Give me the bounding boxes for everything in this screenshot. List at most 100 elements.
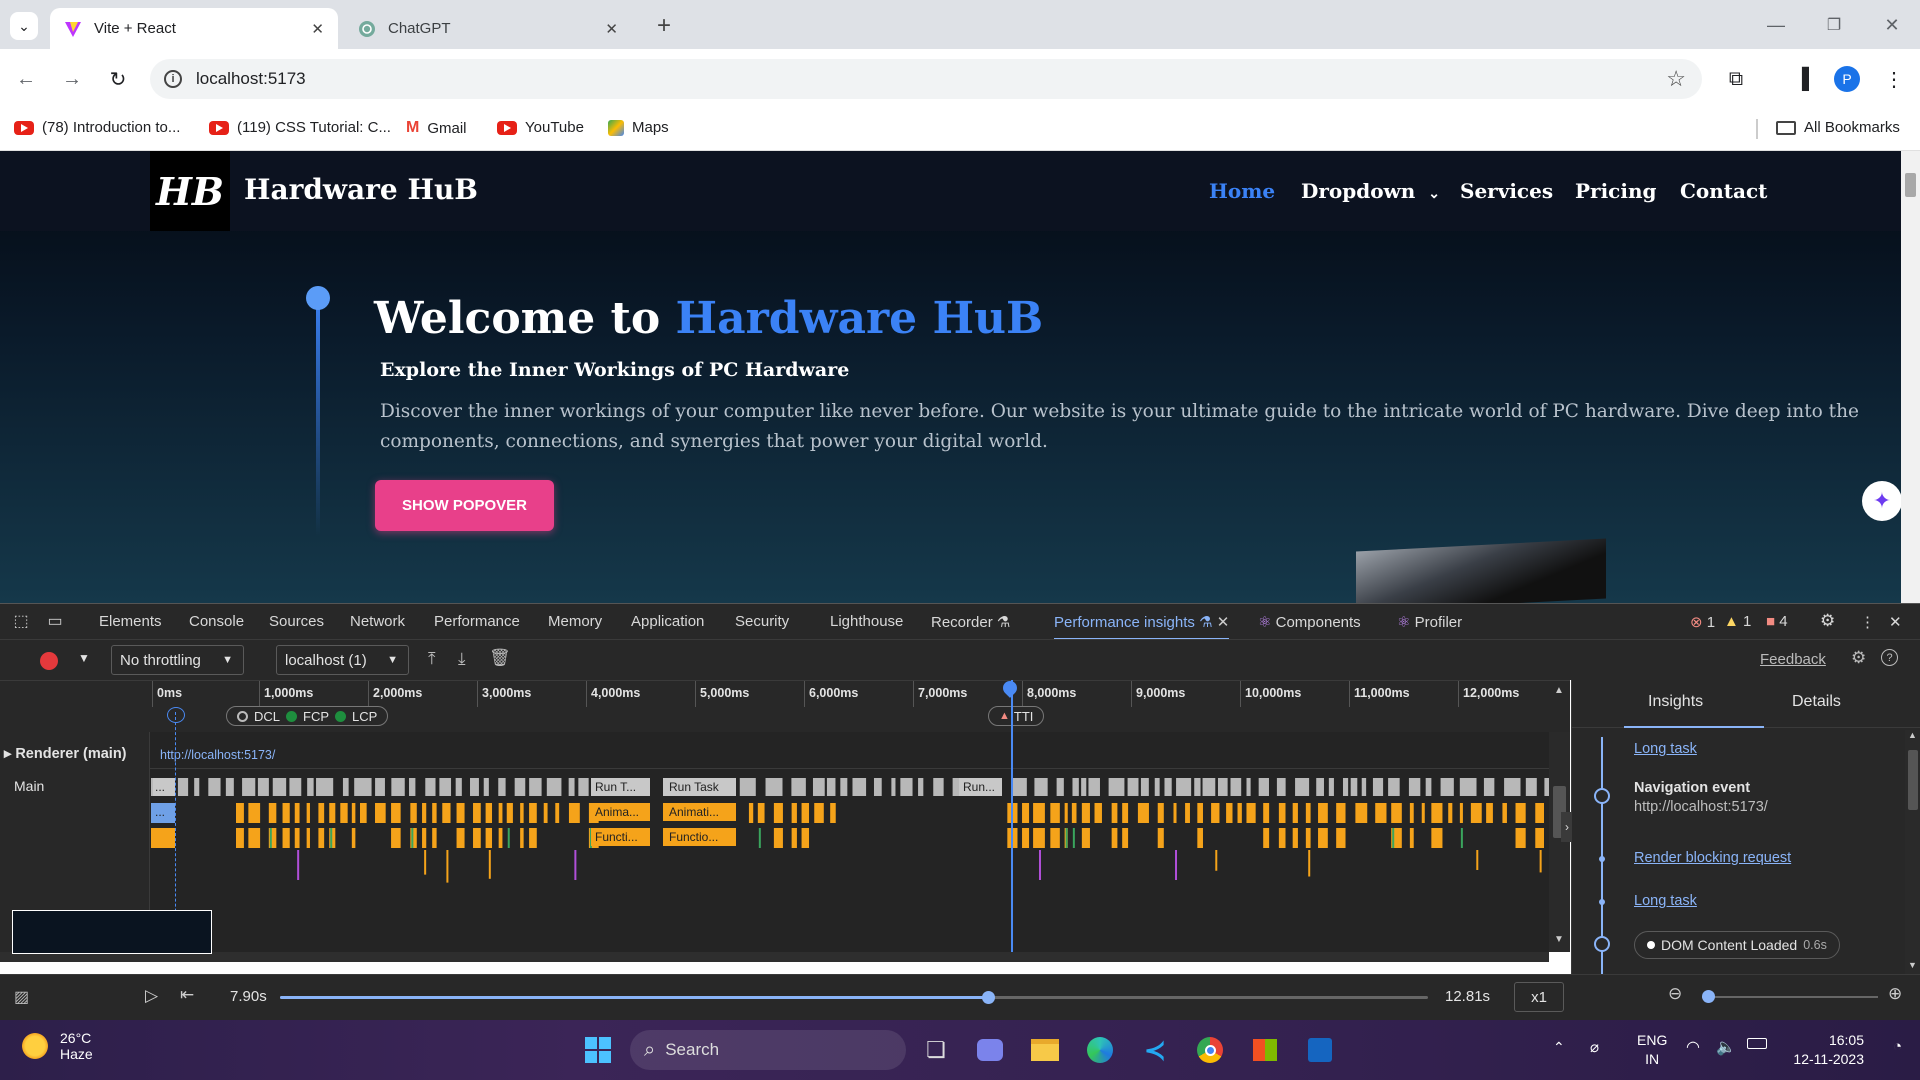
- task-bar[interactable]: [1328, 778, 1334, 796]
- nav-dropdown[interactable]: Dropdown ⌄: [1301, 179, 1440, 203]
- tab-elements[interactable]: Elements: [99, 613, 162, 630]
- function-bar[interactable]: [1111, 828, 1118, 848]
- tab-profiler[interactable]: ⚛ Profiler: [1397, 613, 1462, 631]
- help-icon[interactable]: ?: [1881, 649, 1898, 666]
- animation-bar[interactable]: [1185, 803, 1190, 823]
- animation-bar[interactable]: [422, 803, 427, 823]
- animation-bar[interactable]: [1246, 803, 1256, 823]
- function-bar[interactable]: [1050, 828, 1060, 848]
- error-count[interactable]: ⊗ 1: [1690, 613, 1715, 631]
- animation-bar[interactable]: [1318, 803, 1328, 823]
- function-bar[interactable]: [1431, 828, 1443, 848]
- animation-bar[interactable]: [340, 803, 348, 823]
- settings-icon[interactable]: ⚙: [1851, 648, 1866, 668]
- function-bar[interactable]: [1122, 828, 1129, 848]
- task-bar[interactable]: [307, 778, 314, 796]
- task-bar[interactable]: [194, 778, 200, 796]
- function-bar[interactable]: [282, 828, 290, 848]
- animation-bar[interactable]: [375, 803, 386, 823]
- function-bar[interactable]: [473, 828, 481, 848]
- volume-icon[interactable]: 🔈: [1716, 1037, 1736, 1057]
- animation-bar[interactable]: [1431, 803, 1443, 823]
- close-window-icon[interactable]: ✕: [1878, 12, 1906, 38]
- upload-icon[interactable]: ⤒: [428, 649, 436, 669]
- playhead-handle[interactable]: [1000, 678, 1020, 698]
- task-bar[interactable]: [1034, 778, 1048, 796]
- scroll-down-icon[interactable]: ▼: [1554, 934, 1564, 945]
- replay-slider-thumb[interactable]: [982, 991, 996, 1004]
- task-bar[interactable]: [1217, 778, 1228, 796]
- task-bar[interactable]: [546, 778, 562, 796]
- function-bar[interactable]: [1197, 828, 1203, 848]
- function-bar[interactable]: [1305, 828, 1311, 848]
- task-bar[interactable]: [791, 778, 806, 796]
- animation-bar[interactable]: [282, 803, 290, 823]
- animation-bar[interactable]: [236, 803, 244, 823]
- function-bar[interactable]: [248, 828, 261, 848]
- page-scroll-thumb[interactable]: [1905, 173, 1916, 197]
- animation-bar[interactable]: [529, 803, 537, 823]
- task-bar[interactable]: [1295, 778, 1310, 796]
- function-bar[interactable]: [456, 828, 465, 848]
- animation-bar[interactable]: [1515, 803, 1526, 823]
- task-bar[interactable]: [1440, 778, 1454, 796]
- sub-call-bar[interactable]: [1215, 850, 1218, 871]
- main-task[interactable]: Run T...: [591, 778, 650, 796]
- sparkle-icon[interactable]: ✦: [1862, 481, 1901, 521]
- animation-bar[interactable]: [1111, 803, 1118, 823]
- task-bar[interactable]: [812, 778, 825, 796]
- paint-bar[interactable]: [1175, 850, 1178, 880]
- gc-bar[interactable]: [1072, 828, 1075, 848]
- animation-bar[interactable]: [1409, 803, 1414, 823]
- zoom-slider[interactable]: [1702, 990, 1878, 1003]
- extensions-icon[interactable]: ⧉: [1722, 65, 1750, 93]
- insight-dcl-pill[interactable]: DOM Content Loaded 0.6s: [1634, 931, 1840, 959]
- animation-bar[interactable]: [1305, 803, 1311, 823]
- animation-bar[interactable]: [543, 803, 548, 823]
- tab-details[interactable]: Details: [1792, 693, 1841, 711]
- animation-bar[interactable]: [1421, 803, 1425, 823]
- tab-search-icon[interactable]: ⌄: [10, 12, 38, 40]
- task-bar[interactable]: [1342, 778, 1349, 796]
- animation-bar[interactable]: [442, 803, 451, 823]
- battery-icon[interactable]: [1747, 1038, 1767, 1049]
- download-icon[interactable]: ⤓: [458, 649, 466, 669]
- task-bar[interactable]: [1316, 778, 1324, 796]
- task-bar[interactable]: [1388, 778, 1400, 796]
- windows-start-icon[interactable]: [580, 1032, 616, 1068]
- function-bar[interactable]: [1157, 828, 1164, 848]
- tti-marker[interactable]: ▲ TTI: [988, 706, 1045, 726]
- task-bar[interactable]: [342, 778, 349, 796]
- function-bar[interactable]: [1409, 828, 1414, 848]
- new-tab-button[interactable]: +: [650, 12, 678, 40]
- load-markers[interactable]: DCL FCP LCP: [226, 706, 389, 726]
- task-bar[interactable]: [1088, 778, 1100, 796]
- language-indicator[interactable]: ENG IN: [1637, 1031, 1667, 1069]
- animation-bar[interactable]: [1278, 803, 1286, 823]
- bookmark-item[interactable]: M Gmail: [406, 119, 467, 137]
- wifi-icon[interactable]: ◠: [1686, 1037, 1700, 1057]
- animation-bar[interactable]: [1157, 803, 1164, 823]
- task-bar[interactable]: [1072, 778, 1079, 796]
- gc-bar[interactable]: [758, 828, 761, 848]
- function-bar[interactable]: [1336, 828, 1346, 848]
- task-bar[interactable]: [578, 778, 589, 796]
- function-bar[interactable]: [1022, 828, 1030, 848]
- function-bar[interactable]: [1278, 828, 1286, 848]
- bookmark-item[interactable]: YouTube: [497, 119, 584, 136]
- tab-recorder[interactable]: Recorder ⚗: [931, 613, 1010, 631]
- function-bar[interactable]: [529, 828, 537, 848]
- tab-memory[interactable]: Memory: [548, 613, 602, 630]
- task-bar[interactable]: [1350, 778, 1358, 796]
- tab-console[interactable]: Console: [189, 613, 244, 630]
- function-bar[interactable]: [498, 828, 503, 848]
- delete-icon[interactable]: 🗑: [489, 648, 511, 668]
- animation-bar[interactable]: [1197, 803, 1203, 823]
- gc-bar[interactable]: [1065, 828, 1068, 848]
- task-bar[interactable]: [840, 778, 848, 796]
- function-bar[interactable]: [410, 828, 417, 848]
- scroll-thumb[interactable]: [1908, 750, 1918, 810]
- site-brand[interactable]: Hardware HuB: [244, 173, 478, 206]
- taskbar-search[interactable]: ⌕ Search: [630, 1030, 906, 1070]
- task-bar[interactable]: [257, 778, 269, 796]
